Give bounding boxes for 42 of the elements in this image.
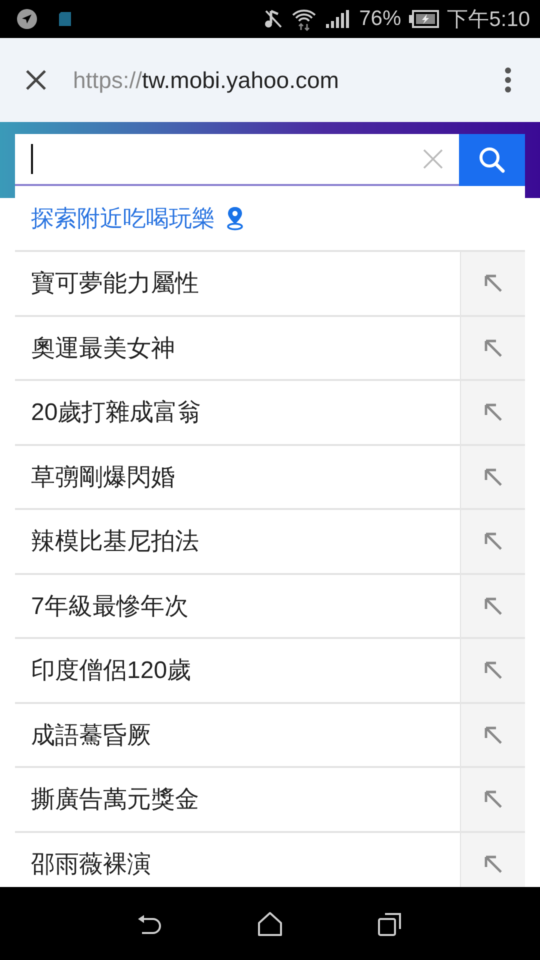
nearby-link[interactable]: 探索附近吃喝玩樂	[31, 202, 215, 234]
clear-icon[interactable]	[423, 149, 443, 169]
arrow-up-left-icon	[482, 401, 504, 424]
suggestion-item[interactable]: 成語驀昏厥	[15, 704, 460, 766]
sd-card-icon	[58, 11, 72, 27]
muted-note-icon	[263, 8, 284, 30]
fill-query-button[interactable]	[460, 574, 525, 637]
fill-query-button[interactable]	[460, 510, 525, 572]
home-icon[interactable]	[257, 910, 283, 936]
fill-query-button[interactable]	[460, 832, 525, 887]
suggestion-item[interactable]: 奧運最美女神	[15, 316, 460, 379]
arrow-up-left-icon	[482, 788, 504, 810]
close-icon[interactable]	[25, 69, 47, 91]
arrow-up-left-icon	[482, 530, 504, 552]
clock: 下午5:10	[447, 7, 530, 33]
fill-query-button[interactable]	[460, 704, 525, 766]
suggestion-item[interactable]: 印度僧侶120歲	[15, 639, 460, 702]
suggestion-item[interactable]: 寶可夢能力屬性	[15, 252, 460, 314]
suggestion-item[interactable]: 邵雨薇裸演	[15, 832, 460, 887]
search-button[interactable]	[459, 134, 525, 186]
fill-query-button[interactable]	[460, 381, 525, 444]
arrow-up-left-icon	[482, 272, 504, 294]
navigation-icon	[16, 8, 38, 30]
recent-apps-icon[interactable]	[377, 910, 403, 936]
fill-query-button[interactable]	[460, 446, 525, 508]
location-pin-icon	[225, 205, 245, 231]
suggestion-item[interactable]: 7年級最慘年次	[15, 574, 460, 637]
fill-query-button[interactable]	[460, 639, 525, 702]
battery-charging-icon	[409, 10, 440, 28]
arrow-up-left-icon	[482, 659, 504, 682]
more-menu-icon[interactable]	[504, 67, 512, 93]
signal-icon	[325, 9, 352, 29]
fill-query-button[interactable]	[460, 316, 525, 379]
suggestion-item[interactable]: 20歲打雜成富翁	[15, 381, 460, 444]
battery-percent: 76%	[359, 7, 402, 31]
fill-query-button[interactable]	[460, 252, 525, 314]
suggestion-item[interactable]: 撕廣告萬元獎金	[15, 768, 460, 830]
search-icon	[478, 146, 506, 174]
suggestion-item[interactable]: 辣模比基尼拍法	[15, 510, 460, 572]
fill-query-button[interactable]	[460, 768, 525, 830]
wifi-icon	[291, 7, 318, 31]
suggestion-item[interactable]: 草彅剛爆閃婚	[15, 446, 460, 508]
